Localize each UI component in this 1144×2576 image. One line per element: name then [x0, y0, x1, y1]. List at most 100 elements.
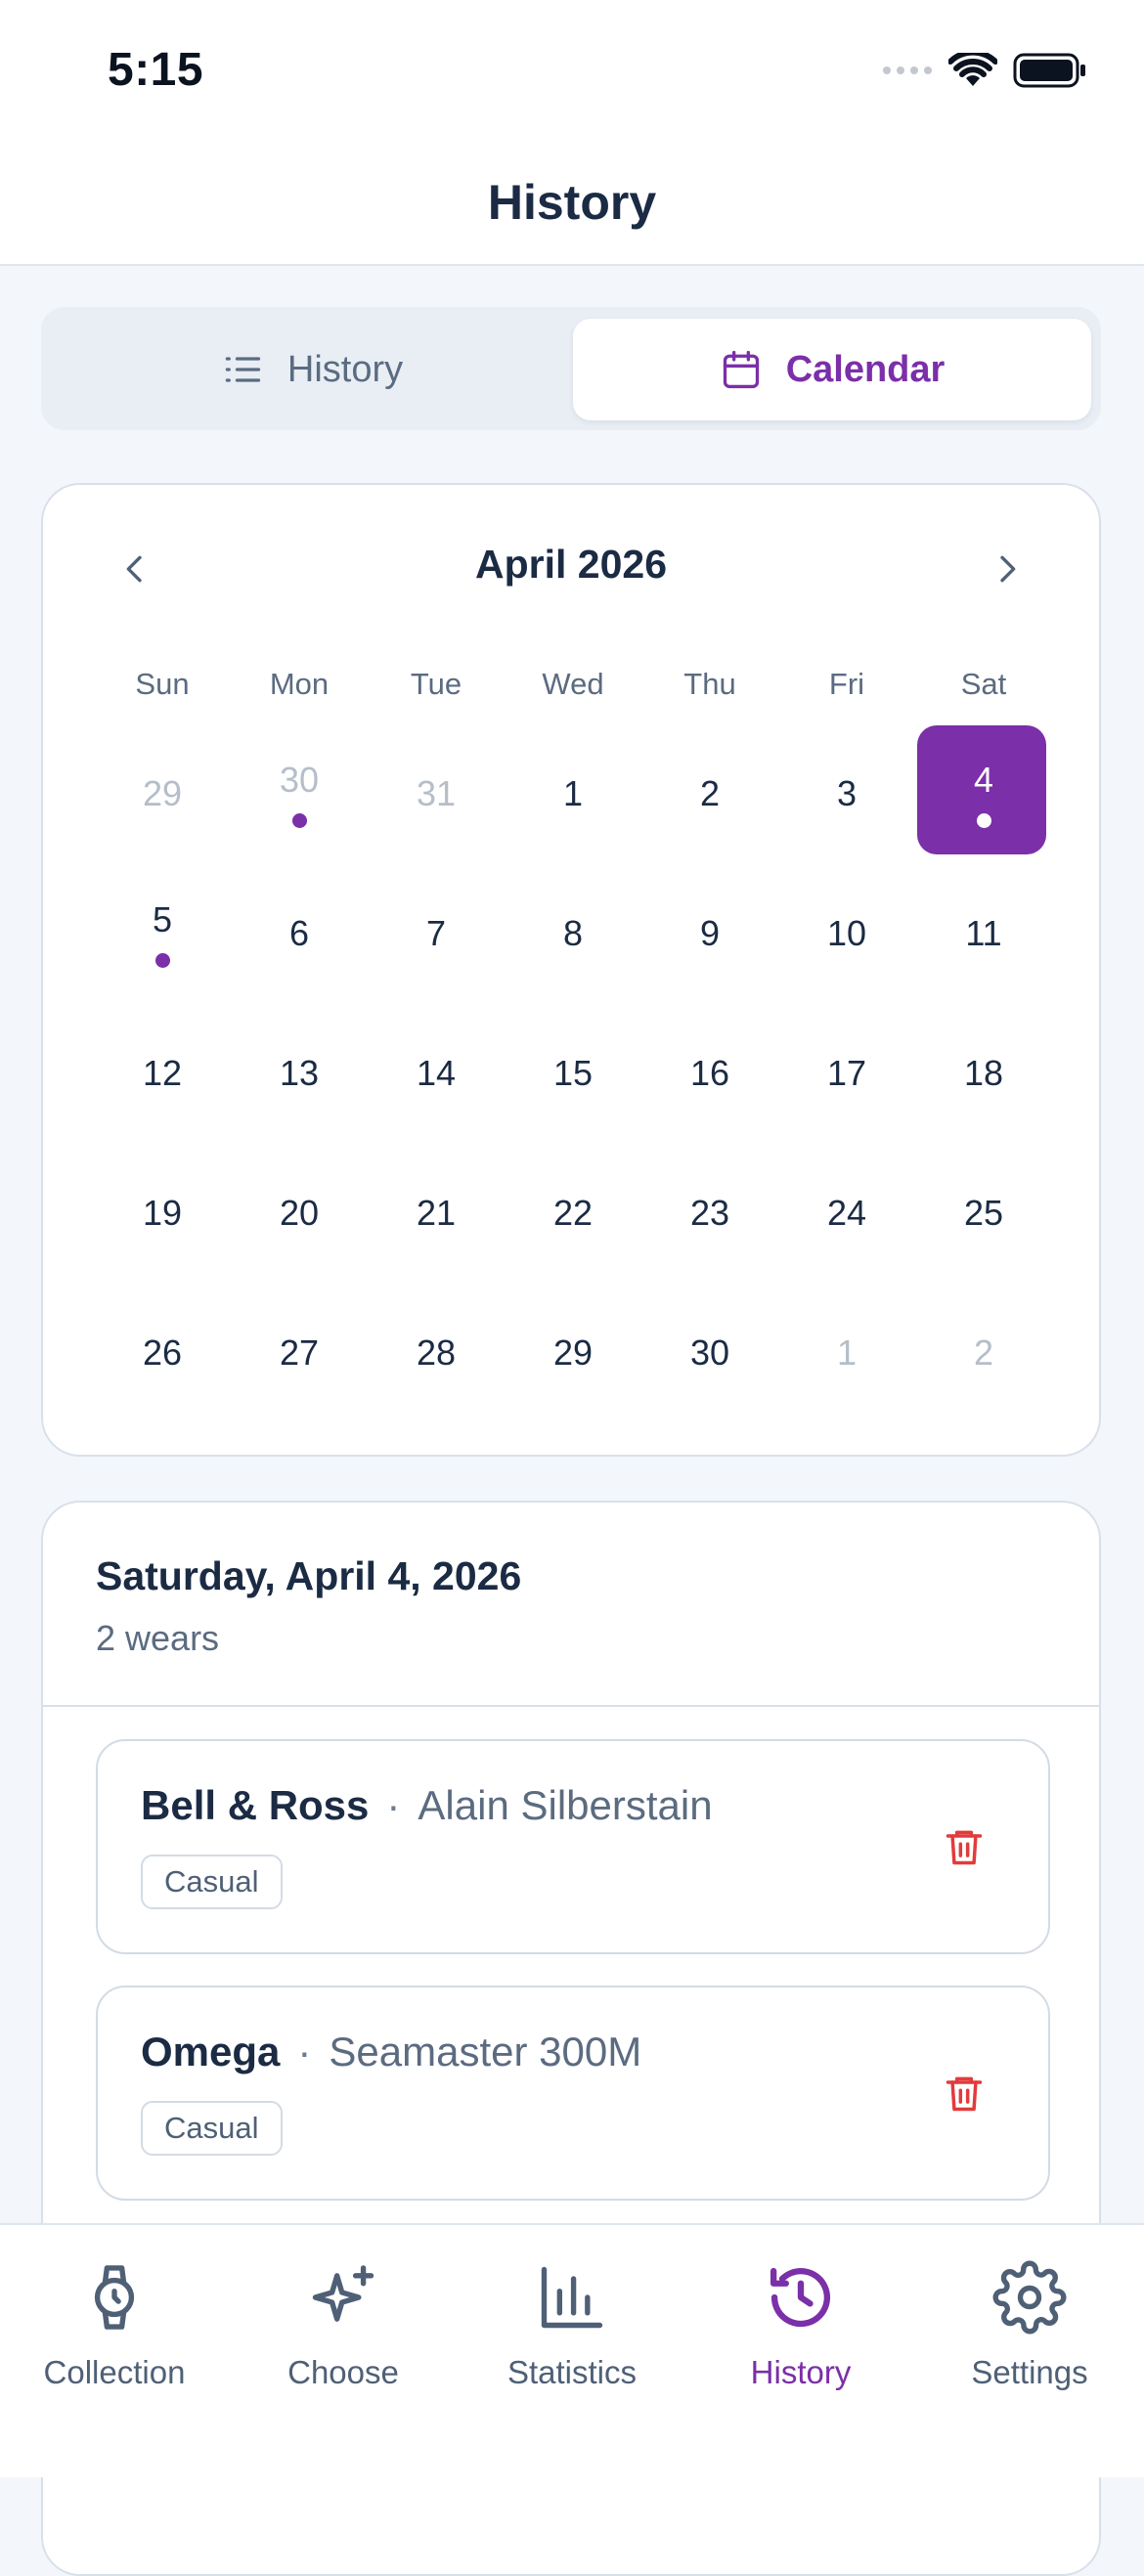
- wear-entry-title: Bell & Ross · Alain Silberstain: [141, 1782, 713, 1829]
- day-number: 1: [836, 1332, 858, 1373]
- calendar-icon: [723, 350, 759, 389]
- nav-header: History: [0, 137, 1144, 266]
- calendar-day[interactable]: 6: [231, 863, 368, 1003]
- wear-entry[interactable]: Bell & Ross · Alain Silberstain Casual: [96, 1739, 1050, 1954]
- weekday-label: Sun: [135, 667, 190, 701]
- next-month-button[interactable]: [980, 542, 1034, 596]
- calendar-day[interactable]: 31: [368, 723, 505, 863]
- calendar-day[interactable]: 20: [231, 1143, 368, 1283]
- trash-icon: [946, 1830, 983, 1865]
- day-number: 28: [416, 1332, 457, 1373]
- day-number: 5: [152, 898, 173, 939]
- calendar-day[interactable]: 21: [368, 1143, 505, 1283]
- tab-choose[interactable]: Choose: [229, 2260, 458, 2407]
- calendar-day[interactable]: 27: [231, 1283, 368, 1422]
- day-number: 22: [552, 1192, 594, 1233]
- calendar-day[interactable]: 1: [778, 1283, 915, 1422]
- calendar-day-selected[interactable]: 4: [915, 723, 1052, 863]
- calendar-day[interactable]: 24: [778, 1143, 915, 1283]
- history-icon: [770, 2267, 831, 2328]
- previous-month-button[interactable]: [108, 542, 162, 596]
- day-number: 15: [552, 1052, 594, 1093]
- separator-dot: ·: [297, 2029, 312, 2074]
- selected-date-title: Saturday, April 4, 2026: [96, 1553, 522, 1598]
- calendar-day[interactable]: 26: [94, 1283, 231, 1422]
- calendar-day[interactable]: 12: [94, 1003, 231, 1143]
- day-number: 20: [279, 1192, 320, 1233]
- day-number: 24: [826, 1192, 867, 1233]
- day-number: 2: [973, 1332, 994, 1373]
- day-number: 7: [425, 912, 447, 953]
- calendar-day[interactable]: 22: [505, 1143, 641, 1283]
- calendar-day[interactable]: 17: [778, 1003, 915, 1143]
- day-number: 29: [142, 772, 183, 813]
- calendar-header: April 2026: [43, 542, 1099, 596]
- weekday-label: Fri: [828, 667, 865, 701]
- tab-collection[interactable]: Collection: [0, 2260, 229, 2407]
- gear-icon: [992, 2260, 1067, 2335]
- day-number: 18: [963, 1052, 1004, 1093]
- segment-history-label: History: [286, 348, 404, 390]
- segment-calendar[interactable]: Calendar: [573, 319, 1091, 420]
- calendar-day[interactable]: 9: [641, 863, 778, 1003]
- calendar-day[interactable]: 25: [915, 1143, 1052, 1283]
- calendar-day-grid: 29 30 31 1 2 3 4 5 6 7 8 9 10 11 12 13 14 15 16 17 18 19 20 21 2…: [94, 723, 1052, 1422]
- wear-entry[interactable]: Omega · Seamaster 300M Casual: [96, 1986, 1050, 2201]
- page-title: History: [487, 175, 657, 230]
- tab-history[interactable]: History: [686, 2260, 915, 2407]
- bar-chart-icon: [541, 2266, 603, 2329]
- calendar-day[interactable]: 16: [641, 1003, 778, 1143]
- calendar-day[interactable]: 30: [641, 1283, 778, 1422]
- wear-entry-title: Omega · Seamaster 300M: [141, 2029, 641, 2075]
- segment-history[interactable]: History: [53, 319, 571, 420]
- day-number: 16: [689, 1052, 730, 1093]
- delete-wear-button[interactable]: [933, 1815, 995, 1878]
- calendar-day[interactable]: 18: [915, 1003, 1052, 1143]
- status-bar: 5:15: [0, 0, 1144, 137]
- calendar-day[interactable]: 1: [505, 723, 641, 863]
- divider: [43, 1705, 1099, 1707]
- tab-bar: Collection Choose Statistics History Set…: [0, 2223, 1144, 2477]
- calendar-day[interactable]: 29: [94, 723, 231, 863]
- calendar-day[interactable]: 28: [368, 1283, 505, 1422]
- calendar-day[interactable]: 10: [778, 863, 915, 1003]
- day-number: 9: [699, 912, 721, 953]
- tab-collection-label: Collection: [43, 2354, 186, 2390]
- list-icon: [225, 357, 261, 382]
- day-number: 29: [552, 1332, 594, 1373]
- calendar-day[interactable]: 29: [505, 1283, 641, 1422]
- day-number: 25: [963, 1192, 1004, 1233]
- calendar-day[interactable]: 23: [641, 1143, 778, 1283]
- day-number: 3: [836, 772, 858, 813]
- calendar-day[interactable]: 30: [231, 723, 368, 863]
- occasion-tag: Casual: [141, 2101, 283, 2156]
- weekday-label: Sat: [960, 667, 1007, 701]
- weekday-label: Wed: [542, 667, 604, 701]
- weekday-label: Mon: [269, 667, 330, 701]
- calendar-day[interactable]: 2: [641, 723, 778, 863]
- segment-calendar-label: Calendar: [785, 348, 946, 390]
- calendar-day[interactable]: 14: [368, 1003, 505, 1143]
- calendar-day[interactable]: 7: [368, 863, 505, 1003]
- day-number: 26: [142, 1332, 183, 1373]
- calendar-day[interactable]: 8: [505, 863, 641, 1003]
- calendar-day[interactable]: 2: [915, 1283, 1052, 1422]
- calendar-day[interactable]: 19: [94, 1143, 231, 1283]
- calendar-day[interactable]: 15: [505, 1003, 641, 1143]
- tab-statistics[interactable]: Statistics: [458, 2260, 686, 2407]
- weekday-header-row: Sun Mon Tue Wed Thu Fri Sat: [94, 667, 1052, 702]
- calendar-day[interactable]: 3: [778, 723, 915, 863]
- calendar-day[interactable]: 13: [231, 1003, 368, 1143]
- tab-settings[interactable]: Settings: [915, 2260, 1144, 2407]
- status-time: 5:15: [108, 44, 204, 96]
- day-number: 21: [416, 1192, 457, 1233]
- day-number: 12: [142, 1052, 183, 1093]
- wear-indicator-dot: [155, 952, 170, 968]
- day-number: 27: [279, 1332, 320, 1373]
- calendar-day[interactable]: 11: [915, 863, 1052, 1003]
- day-number: 1: [562, 772, 584, 813]
- separator-dot: ·: [386, 1782, 401, 1828]
- day-number: 13: [279, 1052, 320, 1093]
- delete-wear-button[interactable]: [933, 2062, 995, 2124]
- calendar-day[interactable]: 5: [94, 863, 231, 1003]
